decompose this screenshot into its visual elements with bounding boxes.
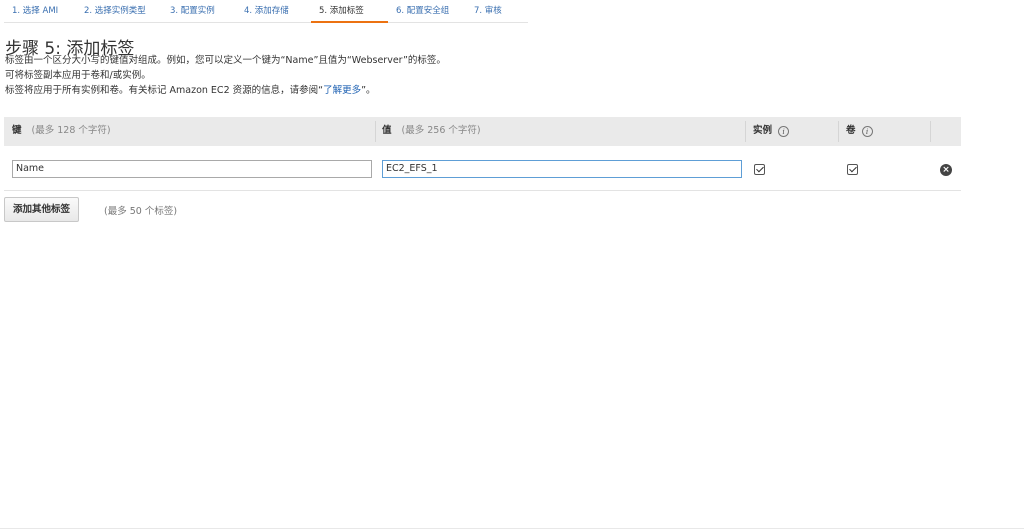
add-tag-button[interactable]: 添加其他标签 bbox=[4, 197, 80, 222]
header-volumes-label: 卷 bbox=[846, 125, 856, 136]
header-divider bbox=[838, 121, 839, 142]
step-add-storage[interactable]: 4. 添加存储 bbox=[236, 0, 311, 23]
header-instances-label: 实例 bbox=[753, 125, 773, 136]
tags-table-header: 键 (最多 128 个字符) 值 (最多 256 个字符) 实例 i 卷i bbox=[4, 117, 961, 146]
step-configure-instance[interactable]: 3. 配置实例 bbox=[162, 0, 236, 23]
header-value-hint: (最多 256 个字符) bbox=[401, 125, 481, 136]
header-key: 键 (最多 128 个字符) bbox=[12, 117, 111, 146]
tag-value-input[interactable]: EC2_EFS_1 bbox=[382, 160, 742, 178]
info-icon[interactable]: i bbox=[861, 126, 873, 137]
instances-checkbox[interactable] bbox=[754, 164, 765, 175]
volumes-checkbox[interactable] bbox=[847, 164, 858, 175]
add-tag-note: (最多 50 个标签) bbox=[104, 206, 178, 217]
header-value: 值 (最多 256 个字符) bbox=[382, 117, 481, 146]
header-value-label: 值 bbox=[382, 125, 392, 136]
header-divider bbox=[745, 121, 746, 142]
remove-tag-icon[interactable]: × bbox=[940, 164, 952, 176]
footer-divider bbox=[0, 528, 1024, 529]
description-line-3-text: 标签将应用于所有实例和卷。有关标记 Amazon EC2 资源的信息，请参阅“ bbox=[5, 85, 324, 96]
header-key-hint: (最多 128 个字符) bbox=[31, 125, 111, 136]
step-choose-ami[interactable]: 1. 选择 AMI bbox=[4, 0, 76, 23]
step-configure-security-group[interactable]: 6. 配置安全组 bbox=[388, 0, 466, 23]
description-line-3-suffix: ”。 bbox=[361, 85, 376, 96]
header-key-label: 键 bbox=[12, 125, 22, 136]
info-icon[interactable]: i bbox=[778, 126, 790, 137]
step-review[interactable]: 7. 审核 bbox=[466, 0, 528, 23]
wizard-steps: 1. 选择 AMI 2. 选择实例类型 3. 配置实例 4. 添加存储 5. 添… bbox=[4, 0, 528, 24]
step-choose-instance-type[interactable]: 2. 选择实例类型 bbox=[76, 0, 162, 23]
table-row: Name EC2_EFS_1 × bbox=[4, 147, 961, 191]
description-line-1: 标签由一个区分大小写的键值对组成。例如，您可以定义一个键为“Name”且值为“W… bbox=[5, 55, 446, 66]
description-line-2: 可将标签副本应用于卷和/或实例。 bbox=[5, 70, 151, 81]
learn-more-link[interactable]: 了解更多 bbox=[323, 85, 361, 96]
description-line-3: 标签将应用于所有实例和卷。有关标记 Amazon EC2 资源的信息，请参阅“了… bbox=[5, 85, 376, 97]
header-divider bbox=[930, 121, 931, 142]
step-add-tags[interactable]: 5. 添加标签 bbox=[311, 0, 388, 23]
header-divider bbox=[375, 121, 376, 142]
header-volumes: 卷i bbox=[846, 117, 873, 146]
tag-key-input[interactable]: Name bbox=[12, 160, 372, 178]
header-instances: 实例 i bbox=[753, 117, 790, 146]
